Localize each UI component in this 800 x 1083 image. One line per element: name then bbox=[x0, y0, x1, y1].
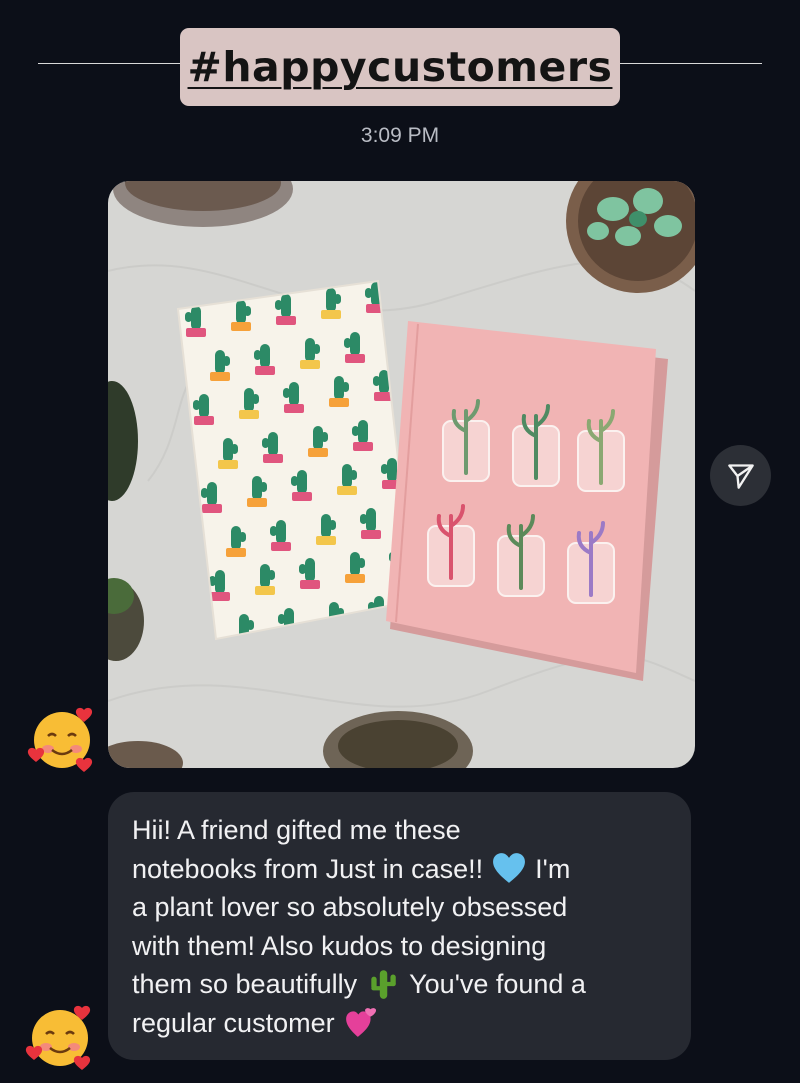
message-line: regular customer bbox=[132, 1004, 667, 1043]
message-line: a plant lover so absolutely obsessed bbox=[132, 888, 667, 927]
message-text: Hii! A friend gifted me these bbox=[132, 815, 461, 845]
message-timestamp: 3:09 PM bbox=[360, 124, 440, 147]
message-text: a plant lover so absolutely obsessed bbox=[132, 892, 568, 922]
message-text: regular customer bbox=[132, 1007, 335, 1038]
message-text: with them! Also kudos to designing bbox=[132, 930, 547, 961]
sticker-line-left bbox=[38, 63, 183, 64]
message-bubble[interactable]: Hii! A friend gifted me these notebooks … bbox=[108, 792, 691, 1060]
message-line: Hii! A friend gifted me these bbox=[132, 811, 667, 850]
message-text: them so beautifully bbox=[132, 969, 358, 999]
hashtag-sticker[interactable]: #happycustomers bbox=[180, 28, 620, 106]
hashtag-sticker-text: #happycustomers bbox=[187, 43, 613, 91]
sticker-line-right bbox=[618, 63, 762, 64]
message-line: with them! Also kudos to designing bbox=[132, 927, 667, 966]
message-line: them so beautifully You've found a bbox=[132, 965, 667, 1004]
heart-with-ribbon-icon bbox=[345, 1007, 376, 1037]
paper-plane-icon bbox=[727, 463, 754, 489]
message-line: notebooks from Just in case!! I'm bbox=[132, 850, 667, 889]
message-text: You've found a bbox=[409, 969, 586, 999]
cactus-icon bbox=[371, 970, 396, 1000]
share-button[interactable] bbox=[710, 445, 771, 506]
smiling-face-with-hearts-icon bbox=[27, 707, 93, 772]
blue-heart-icon bbox=[493, 852, 526, 883]
shared-photo[interactable] bbox=[108, 181, 695, 768]
message-text: I'm bbox=[535, 853, 571, 884]
message-text: notebooks from Just in case!! bbox=[132, 853, 484, 884]
smiling-face-with-hearts-icon bbox=[25, 1005, 91, 1070]
